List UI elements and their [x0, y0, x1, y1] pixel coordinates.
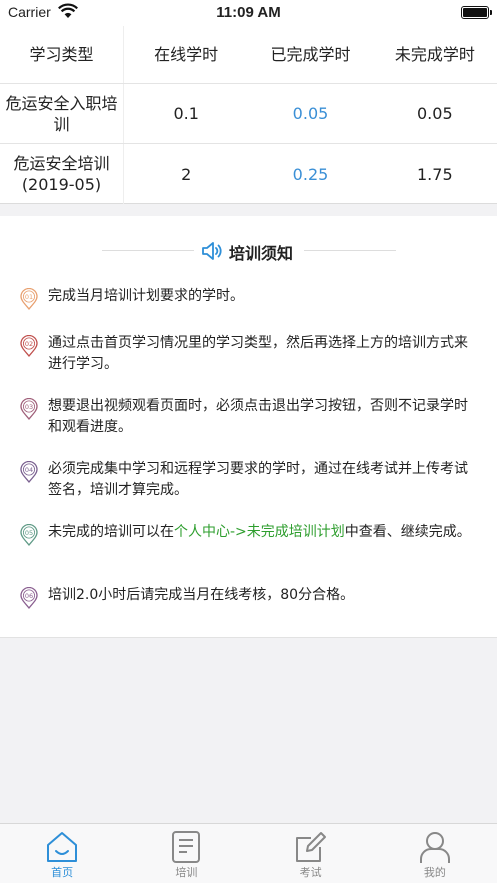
- battery-icon: [461, 6, 492, 19]
- table-header-row: 学习类型 在线学时 已完成学时 未完成学时: [0, 26, 497, 84]
- training-notice-panel: 培训须知 01 完成当月培训计划要求的学时。 02 通过点击首页学习情况里的学习…: [0, 216, 497, 638]
- svg-text:06: 06: [25, 592, 33, 600]
- notice-item-text-after: 中查看、继续完成。: [344, 524, 471, 540]
- header-completed-hours: 已完成学时: [270, 45, 351, 64]
- tab-home-label: 首页: [51, 866, 74, 879]
- notice-item-text: 想要退出视频观看页面时，必须点击退出学习按钮，否则不记录学时和观看进度。: [48, 398, 468, 435]
- speaker-icon: [202, 242, 222, 260]
- incomplete-hours-cell: 0.05: [417, 104, 453, 123]
- svg-text:01: 01: [25, 293, 33, 301]
- list-item: 02 通过点击首页学习情况里的学习类型，然后再选择上方的培训方式来进行学习。: [0, 333, 497, 396]
- tab-training-label: 培训: [175, 866, 198, 879]
- notice-item-text: 完成当月培训计划要求的学时。: [48, 288, 244, 304]
- online-hours-cell: 0.1: [173, 104, 199, 123]
- table-row[interactable]: 危运安全培训 (2019-05) 2 0.25 1.75: [0, 144, 497, 204]
- notice-item-text: 培训2.0小时后请完成当月在线考核，80分合格。: [48, 587, 355, 603]
- list-item: 03 想要退出视频观看页面时，必须点击退出学习按钮，否则不记录学时和观看进度。: [0, 396, 497, 459]
- svg-text:02: 02: [25, 340, 33, 348]
- incomplete-hours-cell: 1.75: [417, 164, 453, 184]
- number-pin-icon: 04: [20, 460, 38, 484]
- header-online-hours: 在线学时: [154, 45, 219, 64]
- header-study-type: 学习类型: [0, 26, 124, 83]
- notice-header: 培训须知: [0, 238, 497, 264]
- study-type-cell[interactable]: 危运安全入职培训: [0, 84, 124, 143]
- list-item: 01 完成当月培训计划要求的学时。: [0, 286, 497, 333]
- completed-hours-cell[interactable]: 0.25: [248, 144, 372, 204]
- tab-exam[interactable]: 考试: [249, 824, 373, 883]
- svg-text:03: 03: [25, 403, 33, 411]
- number-pin-icon: 01: [20, 287, 38, 311]
- tab-profile[interactable]: 我的: [373, 824, 497, 883]
- number-pin-icon: 02: [20, 334, 38, 358]
- header-incomplete-hours: 未完成学时: [394, 45, 475, 64]
- notice-item-text: 通过点击首页学习情况里的学习类型，然后再选择上方的培训方式来进行学习。: [48, 335, 468, 372]
- study-hours-table: 学习类型 在线学时 已完成学时 未完成学时 危运安全入职培训 0.1 0.05 …: [0, 26, 497, 204]
- notice-item-text: 未完成的培训可以在个人中心->未完成培训计划中查看、继续完成。: [48, 524, 471, 540]
- personal-center-link[interactable]: 个人中心->未完成培训计划: [174, 524, 345, 540]
- number-pin-icon: 06: [20, 586, 38, 610]
- completed-hours-cell[interactable]: 0.05: [248, 84, 372, 143]
- online-hours-cell: 2: [181, 164, 192, 184]
- edit-icon: [295, 832, 326, 862]
- notice-item-text-before: 未完成的培训可以在: [48, 524, 174, 540]
- tab-home[interactable]: 首页: [0, 824, 124, 883]
- study-type-cell[interactable]: 危运安全培训 (2019-05): [0, 144, 124, 204]
- number-pin-icon: 05: [20, 523, 38, 547]
- notice-item-text: 必须完成集中学习和远程学习要求的学时，通过在线考试并上传考试签名，培训才算完成。: [48, 461, 468, 498]
- tab-profile-label: 我的: [423, 866, 446, 879]
- tab-exam-label: 考试: [299, 866, 322, 879]
- home-icon: [47, 832, 78, 862]
- svg-text:05: 05: [25, 529, 33, 537]
- svg-text:04: 04: [25, 466, 33, 474]
- notice-list: 01 完成当月培训计划要求的学时。 02 通过点击首页学习情况里的学习类型，然后…: [0, 286, 497, 632]
- list-item: 05 未完成的培训可以在个人中心->未完成培训计划中查看、继续完成。: [0, 522, 497, 585]
- list-item: 04 必须完成集中学习和远程学习要求的学时，通过在线考试并上传考试签名，培训才算…: [0, 459, 497, 522]
- notice-title: 培训须知: [229, 244, 294, 263]
- clock: 11:09 AM: [216, 4, 281, 21]
- list-item: 06 培训2.0小时后请完成当月在线考核，80分合格。: [0, 585, 497, 632]
- tab-bar: 首页 培训 考试 我的: [0, 823, 497, 883]
- user-icon: [419, 832, 450, 863]
- document-icon: [172, 831, 201, 863]
- divider-left: [102, 250, 194, 251]
- number-pin-icon: 03: [20, 397, 38, 421]
- divider-right: [304, 250, 396, 251]
- status-bar: Carrier 11:09 AM: [0, 0, 497, 26]
- tab-training[interactable]: 培训: [124, 824, 248, 883]
- table-row[interactable]: 危运安全入职培训 0.1 0.05 0.05: [0, 84, 497, 144]
